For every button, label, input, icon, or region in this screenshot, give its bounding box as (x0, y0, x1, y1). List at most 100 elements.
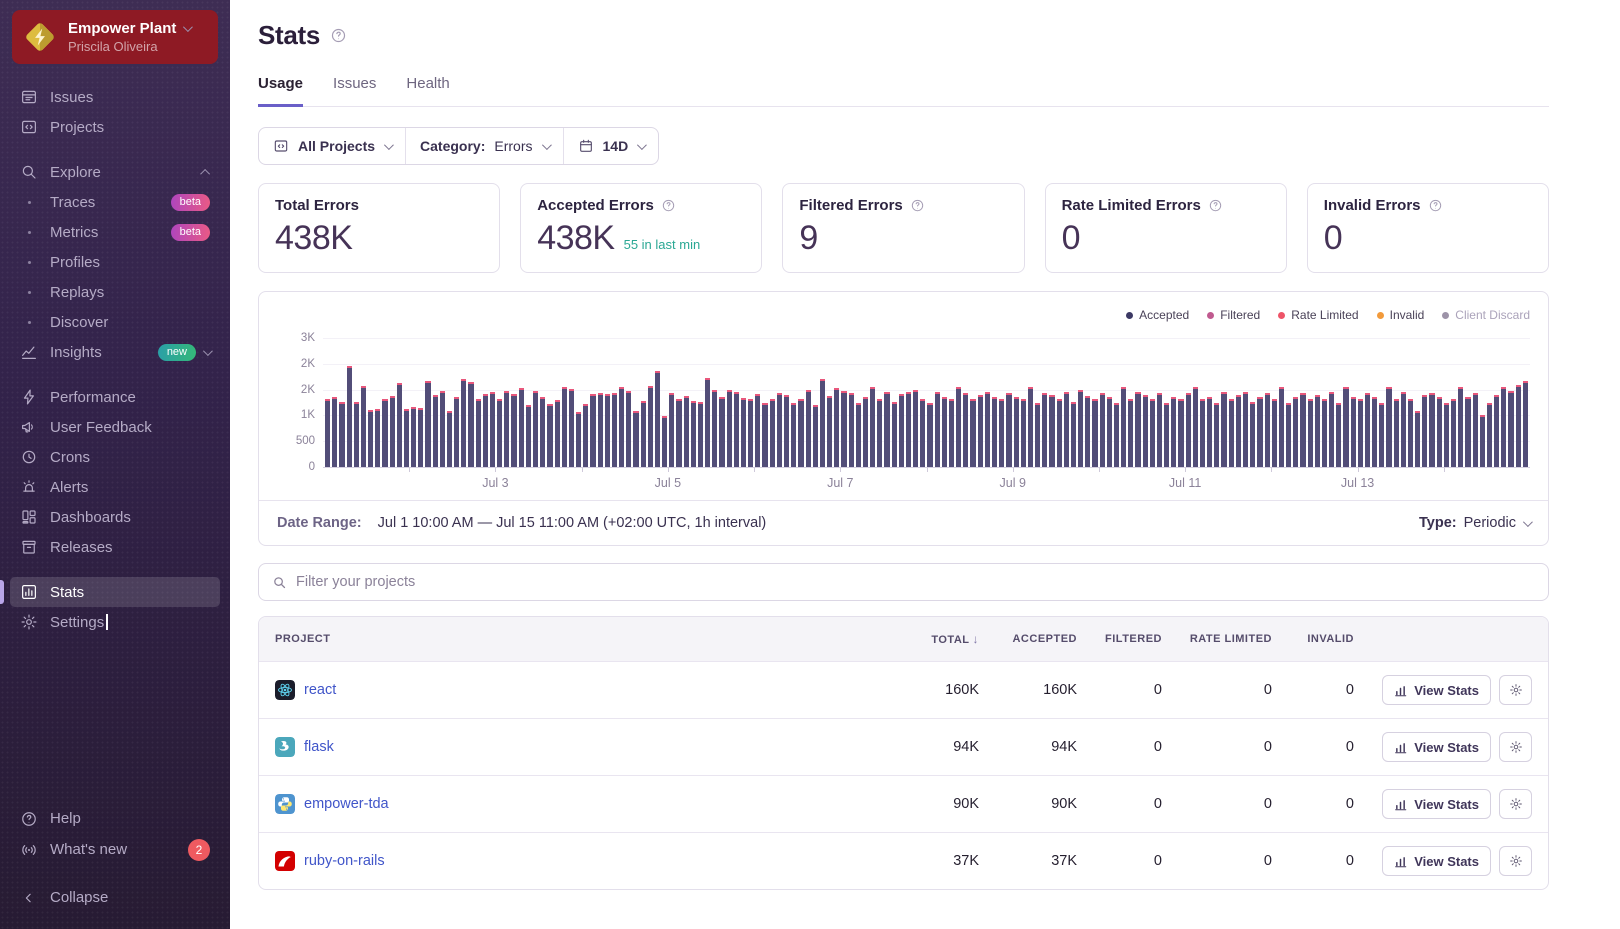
bar[interactable] (1221, 392, 1226, 467)
bar[interactable] (669, 393, 674, 467)
sidebar-item-explore[interactable]: Explore (10, 157, 220, 187)
sidebar-item-traces[interactable]: Tracesbeta (10, 187, 220, 217)
bar[interactable] (555, 400, 560, 467)
bar[interactable] (433, 395, 438, 467)
bar[interactable] (992, 397, 997, 467)
bar[interactable] (963, 393, 968, 467)
bar[interactable] (762, 403, 767, 467)
bar[interactable] (325, 399, 330, 467)
view-stats-button[interactable]: View Stats (1382, 675, 1491, 705)
sidebar-item-what-s-new[interactable]: What's new2 (10, 834, 220, 865)
bar[interactable] (1408, 399, 1413, 467)
bar[interactable] (1100, 393, 1105, 467)
bar[interactable] (1107, 397, 1112, 467)
bar[interactable] (1508, 391, 1513, 467)
project-link[interactable]: empower-tda (304, 796, 389, 812)
bar[interactable] (1250, 402, 1255, 467)
sidebar-item-discover[interactable]: Discover (10, 307, 220, 337)
bar[interactable] (1458, 387, 1463, 467)
bar[interactable] (447, 411, 452, 467)
bar[interactable] (877, 399, 882, 467)
bar[interactable] (1279, 387, 1284, 467)
bar[interactable] (755, 394, 760, 467)
bar[interactable] (598, 393, 603, 467)
bar[interactable] (569, 389, 574, 467)
bar[interactable] (655, 371, 660, 467)
bar[interactable] (1315, 395, 1320, 467)
bar[interactable] (813, 405, 818, 467)
bar[interactable] (1057, 399, 1062, 467)
bar[interactable] (913, 390, 918, 467)
bar[interactable] (1021, 399, 1026, 467)
bar[interactable] (1437, 397, 1442, 467)
bar[interactable] (784, 395, 789, 467)
bar[interactable] (884, 392, 889, 467)
date-period-dropdown[interactable]: 14D (563, 128, 659, 164)
project-filter-dropdown[interactable]: All Projects (259, 128, 405, 164)
legend-item-client-discard[interactable]: Client Discard (1442, 308, 1530, 322)
sidebar-item-projects[interactable]: Projects (10, 112, 220, 142)
help-icon[interactable] (910, 198, 925, 213)
legend-item-accepted[interactable]: Accepted (1126, 308, 1189, 322)
bar[interactable] (626, 391, 631, 467)
bar[interactable] (440, 391, 445, 467)
bar[interactable] (404, 409, 409, 467)
bar[interactable] (906, 392, 911, 467)
bar[interactable] (1365, 393, 1370, 467)
sidebar-item-collapse[interactable]: Collapse (10, 882, 220, 913)
bar[interactable] (648, 386, 653, 467)
sidebar-item-crons[interactable]: Crons (10, 442, 220, 472)
bar[interactable] (1200, 399, 1205, 467)
bar[interactable] (899, 394, 904, 467)
bar[interactable] (1078, 390, 1083, 467)
bar[interactable] (1085, 396, 1090, 467)
bar[interactable] (497, 399, 502, 467)
bar[interactable] (863, 397, 868, 467)
bar[interactable] (1300, 393, 1305, 467)
bar[interactable] (476, 399, 481, 467)
bar[interactable] (798, 399, 803, 467)
bar[interactable] (1451, 399, 1456, 467)
col-rate-limited[interactable]: RATE LIMITED (1162, 633, 1272, 645)
col-accepted[interactable]: ACCEPTED (979, 633, 1077, 645)
type-dropdown[interactable]: Type: Periodic (1419, 515, 1530, 531)
project-settings-button[interactable] (1499, 789, 1532, 819)
bar[interactable] (562, 387, 567, 467)
bar[interactable] (368, 410, 373, 467)
bar[interactable] (1343, 387, 1348, 467)
legend-item-filtered[interactable]: Filtered (1207, 308, 1260, 322)
bar[interactable] (1114, 403, 1119, 467)
bar[interactable] (1351, 397, 1356, 467)
help-icon[interactable] (661, 198, 676, 213)
sidebar-item-help[interactable]: Help (10, 803, 220, 834)
bar[interactable] (870, 387, 875, 467)
bar[interactable] (1329, 392, 1334, 467)
bar[interactable] (1322, 399, 1327, 467)
col-project[interactable]: PROJECT (275, 633, 867, 645)
bar[interactable] (605, 394, 610, 467)
bar[interactable] (1422, 395, 1427, 467)
bar[interactable] (892, 402, 897, 467)
bar[interactable] (1193, 387, 1198, 467)
help-icon[interactable] (1208, 198, 1223, 213)
bar[interactable] (676, 399, 681, 467)
bar[interactable] (1236, 395, 1241, 467)
bar[interactable] (339, 402, 344, 467)
bar[interactable] (1501, 387, 1506, 467)
bar[interactable] (1121, 387, 1126, 467)
sidebar-item-stats[interactable]: Stats (10, 577, 220, 607)
bar[interactable] (920, 399, 925, 467)
sidebar-item-alerts[interactable]: Alerts (10, 472, 220, 502)
bar[interactable] (504, 391, 509, 467)
bar[interactable] (956, 387, 961, 467)
bar[interactable] (712, 390, 717, 467)
sidebar-item-settings[interactable]: Settings (10, 607, 220, 637)
bar[interactable] (547, 404, 552, 467)
tab-usage[interactable]: Usage (258, 75, 303, 107)
bar[interactable] (949, 399, 954, 467)
bar[interactable] (719, 397, 724, 467)
bar[interactable] (662, 416, 667, 467)
bar[interactable] (576, 412, 581, 467)
legend-item-invalid[interactable]: Invalid (1377, 308, 1425, 322)
bar[interactable] (777, 393, 782, 467)
